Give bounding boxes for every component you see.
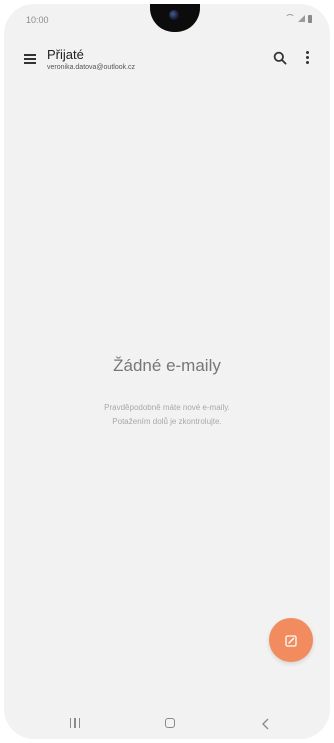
more-vertical-icon[interactable] <box>304 51 310 65</box>
folder-title: Přijaté <box>47 47 84 62</box>
empty-state-hint: Pravděpodobně máte nové e-maily. Potažen… <box>4 401 330 429</box>
account-email: veronika.datova@outlook.cz <box>47 64 136 71</box>
home-icon[interactable] <box>162 717 178 731</box>
empty-state-title: Žádné e-maily <box>113 356 221 375</box>
app-header: Přijaté veronika.datova@outlook.cz <box>4 42 330 82</box>
wifi-icon <box>285 14 295 23</box>
battery-icon <box>308 14 312 23</box>
front-camera <box>169 10 179 20</box>
compose-button[interactable] <box>269 618 313 662</box>
empty-state-hint-line-1: Pravděpodobně máte nové e-maily. <box>104 403 230 412</box>
status-icons <box>285 14 312 23</box>
search-icon[interactable] <box>273 51 287 65</box>
status-time: 10:00 <box>26 15 49 25</box>
compose-icon <box>285 634 297 647</box>
camera-notch <box>150 4 200 32</box>
recent-apps-icon[interactable] <box>67 717 83 731</box>
system-navigation-bar <box>4 709 330 739</box>
hamburger-menu-icon[interactable] <box>24 54 36 64</box>
empty-state-hint-line-2: Potažením dolů je zkontrolujte. <box>112 417 222 426</box>
signal-icon <box>298 15 305 22</box>
back-icon[interactable] <box>258 717 274 731</box>
phone-screen: 10:00 Přijaté veronika.datova@outlook.cz… <box>4 4 330 739</box>
